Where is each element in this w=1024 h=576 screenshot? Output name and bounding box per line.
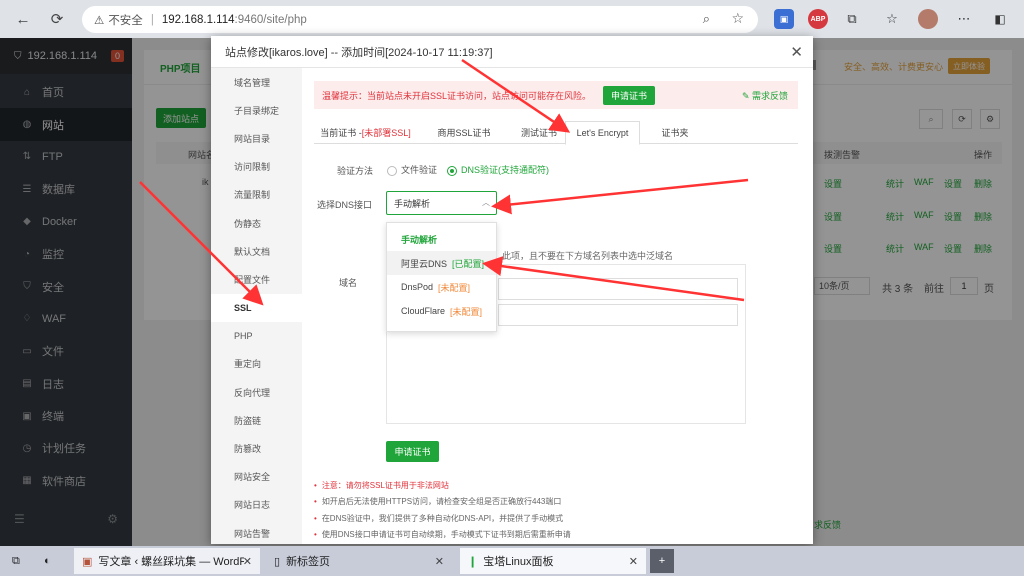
browser-toolbar: ← ⟳ ⚠ 不安全 | 192.168.1.114:9460/site/php … (0, 0, 1024, 38)
menu-hotlink[interactable]: 防盗链 (211, 406, 302, 434)
menu-subdir[interactable]: 子目录绑定 (211, 96, 302, 124)
menu-ssl[interactable]: SSL (211, 293, 302, 322)
more-icon[interactable]: ⋯ (954, 9, 974, 29)
radio-file[interactable] (387, 165, 397, 176)
note-item: 注意：请勿将SSL证书用于非法网站 (314, 477, 794, 494)
dns-option-manual[interactable]: 手动解析 (387, 227, 496, 251)
wildcard-hint: 此项，且不要在下方域名列表中选中泛域名 (502, 251, 674, 261)
taskbar-tab-baota[interactable]: ❙ 宝塔Linux面板 ✕ (460, 548, 646, 574)
tab-test-cert[interactable]: 测试证书 (509, 121, 569, 144)
menu-php[interactable]: PHP (211, 322, 302, 350)
dns-interface-select[interactable]: 手动解析 ︿ (386, 191, 497, 215)
wordpress-icon: ▣ (82, 555, 93, 568)
sidebar-toggle-icon[interactable]: ◧ (990, 9, 1010, 29)
close-tab-icon[interactable]: ✕ (243, 555, 252, 568)
close-tab-icon[interactable]: ✕ (435, 555, 444, 568)
site-settings-dialog: 站点修改[ikaros.love] -- 添加时间[2024-10-17 11:… (211, 36, 813, 544)
menu-tamper[interactable]: 防篡改 (211, 434, 302, 462)
dialog-menu: 域名管理 子目录绑定 网站目录 访问限制 流量限制 伪静态 默认文档 配置文件 … (211, 68, 302, 544)
apply-cert-button[interactable]: 申请证书 (386, 441, 439, 462)
taskbar: ⧉ ◐ ▣写文章 ‹ 螺丝踩坑集 — WordPress✕ ▯新标签页✕ ❙宝塔… (0, 546, 1024, 576)
star-icon[interactable]: ☆ (731, 10, 744, 27)
menu-site-alarm[interactable]: 网站告警 (211, 519, 302, 547)
verify-method-label: 验证方法 (337, 166, 374, 176)
menu-site-security[interactable]: 网站安全 (211, 463, 302, 491)
ssl-warning-tip: 温馨提示：当前站点未开启SSL证书访问，站点访问可能存在风险。 申请证书 ✎ 需… (314, 81, 798, 109)
puzzle-icon[interactable]: ⧉ (842, 9, 862, 29)
note-item: 如开启后无法使用HTTPS访问，请检查安全组是否正确放行443端口 (314, 494, 794, 511)
workspaces-icon[interactable]: ⧉ (4, 548, 34, 574)
close-icon[interactable]: ✕ (790, 43, 803, 61)
verify-file-option[interactable]: 文件验证 (387, 163, 437, 176)
menu-rewrite[interactable]: 伪静态 (211, 209, 302, 237)
chevron-up-icon: ︿ (482, 198, 490, 207)
dns-dropdown: 手动解析 阿里云DNS [已配置] DnsPod [未配置] CloudFlare[… (386, 222, 497, 332)
url-host: 192.168.1.114 (161, 13, 235, 26)
avatar[interactable] (918, 9, 938, 29)
menu-config-file[interactable]: 配置文件 (211, 265, 302, 293)
new-tab-button[interactable]: + (650, 549, 674, 573)
baota-icon: ❙ (468, 555, 478, 568)
dns-option-aliyun[interactable]: 阿里云DNS [已配置] (387, 251, 496, 275)
menu-traffic-limit[interactable]: 流量限制 (211, 181, 302, 209)
url-path: :9460/site/php (234, 13, 307, 26)
warning-icon: ⚠ (94, 14, 105, 27)
verify-dns-option[interactable]: DNS验证(支持通配符) (447, 163, 549, 176)
tab-lets-encrypt[interactable]: Let's Encrypt (565, 121, 640, 145)
menu-redirect[interactable]: 重定向 (211, 350, 302, 378)
favorites-icon[interactable]: ☆ (882, 9, 902, 29)
extension-icon[interactable]: ▣ (774, 9, 794, 29)
domain-row-2[interactable] (498, 304, 738, 326)
dns-interface-label: 选择DNS接口 (317, 200, 373, 210)
adblock-icon[interactable]: ABP (808, 9, 828, 29)
tab-current-cert[interactable]: 当前证书 - [未部署SSL] (314, 121, 417, 144)
taskbar-tab-wordpress[interactable]: ▣写文章 ‹ 螺丝踩坑集 — WordPress✕ (74, 548, 260, 574)
tip-text: 温馨提示：当前站点未开启SSL证书访问，站点访问可能存在风险。 (322, 90, 592, 101)
domain-label: 域名 (339, 278, 358, 288)
tip-apply-button[interactable]: 申请证书 (603, 85, 656, 105)
menu-reverse-proxy[interactable]: 反向代理 (211, 378, 302, 406)
feedback-link[interactable]: ✎ 需求反馈 (742, 89, 788, 102)
menu-domain[interactable]: 域名管理 (211, 68, 302, 96)
edge-logo-icon[interactable]: ◐ (36, 548, 66, 574)
dialog-title: 站点修改[ikaros.love] -- 添加时间[2024-10-17 11:… (211, 36, 813, 68)
zoom-icon[interactable]: ⌕ (703, 11, 710, 27)
dns-option-dnspod[interactable]: DnsPod [未配置] (387, 275, 496, 299)
not-secure-label: 不安全 (108, 14, 143, 27)
radio-dns[interactable] (447, 165, 457, 176)
newtab-icon: ▯ (274, 555, 281, 568)
domain-row-1[interactable] (498, 278, 738, 300)
menu-access-limit[interactable]: 访问限制 (211, 153, 302, 181)
address-bar[interactable]: ⚠ 不安全 | 192.168.1.114:9460/site/php ⌕ ☆ (82, 6, 758, 33)
note-item: 使用DNS接口申请证书可自动续期，手动模式下证书到期后需重新申请 (314, 527, 794, 544)
dns-option-cloudflare[interactable]: CloudFlare [未配置] (387, 299, 496, 323)
tab-commercial-ssl[interactable]: 商用SSL证书 (424, 121, 504, 144)
note-item: 在DNS验证中，我们提供了多种自动化DNS-API，并提供了手动模式 (314, 510, 794, 527)
ssl-tabs: 当前证书 - [未部署SSL] 商用SSL证书 测试证书 Let's Encry… (314, 121, 798, 145)
reload-icon[interactable]: ⟳ (46, 8, 68, 30)
menu-site-log[interactable]: 网站日志 (211, 491, 302, 519)
edit-icon: ✎ (741, 90, 752, 101)
notes-list: 注意：请勿将SSL证书用于非法网站 如开启后无法使用HTTPS访问，请检查安全组… (314, 477, 794, 543)
tab-cert-folder[interactable]: 证书夹 (645, 121, 705, 144)
taskbar-tab-newtab[interactable]: ▯ 新标签页 ✕ (266, 548, 452, 574)
back-icon[interactable]: ← (12, 8, 34, 30)
close-tab-icon[interactable]: ✕ (629, 555, 638, 568)
menu-default-doc[interactable]: 默认文档 (211, 237, 302, 265)
menu-site-dir[interactable]: 网站目录 (211, 124, 302, 152)
